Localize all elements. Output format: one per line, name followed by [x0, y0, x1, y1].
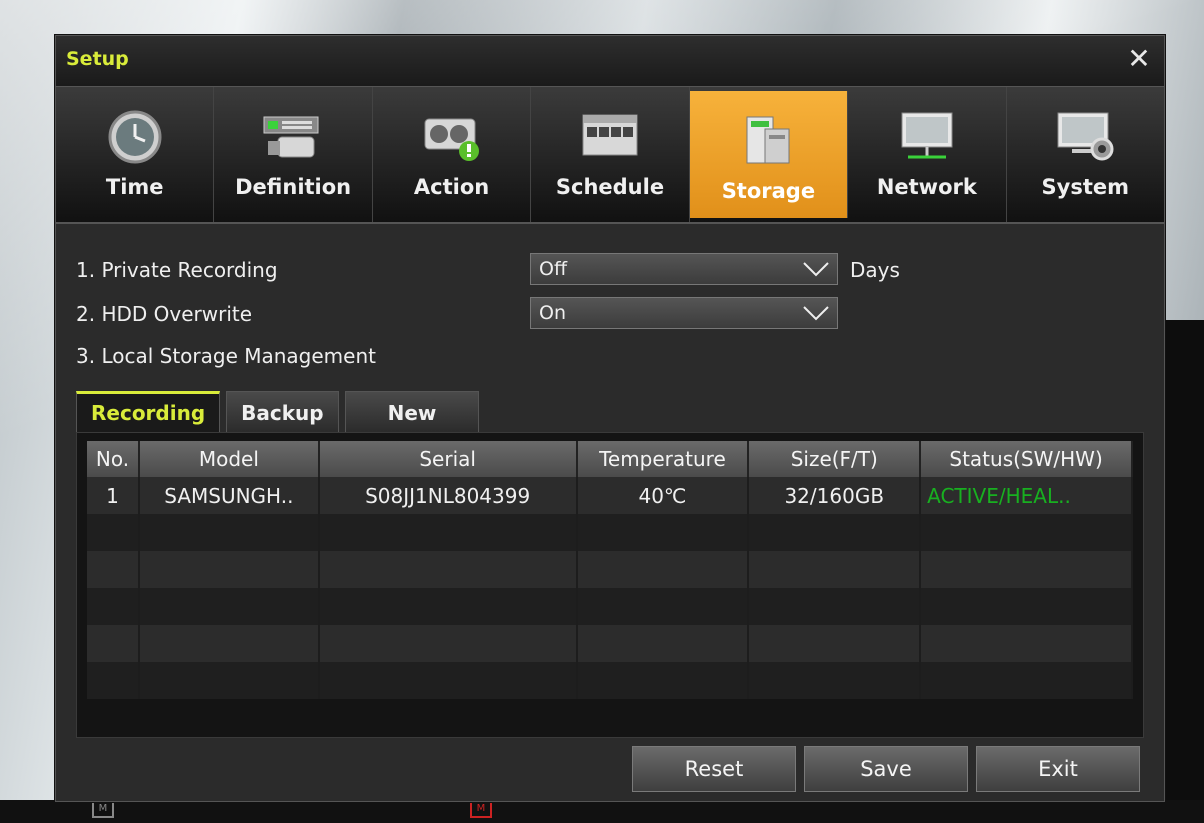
menu-item-schedule[interactable]: Schedule	[531, 87, 690, 222]
cell-model	[138, 588, 320, 625]
hdd-overwrite-select[interactable]: On	[530, 297, 838, 329]
save-button[interactable]: Save	[804, 746, 968, 792]
cell-no	[87, 662, 140, 699]
cell-no	[87, 625, 140, 662]
menu-label-time: Time	[105, 175, 164, 199]
cell-serial	[318, 514, 578, 551]
private-recording-value: Off	[539, 258, 568, 280]
camera-mark-icon: M	[470, 800, 492, 818]
cell-temperature: 40℃	[576, 477, 750, 514]
private-recording-unit: Days	[850, 258, 900, 282]
cell-no	[87, 514, 140, 551]
menu-item-storage[interactable]: Storage	[689, 91, 849, 218]
cell-serial	[318, 588, 578, 625]
table-row[interactable]	[87, 551, 1133, 588]
monitor-network-icon	[901, 112, 953, 159]
cell-temperature	[576, 625, 750, 662]
exit-button[interactable]: Exit	[976, 746, 1140, 792]
storage-icon	[746, 116, 790, 164]
table-row[interactable]	[87, 514, 1133, 551]
cell-size	[748, 514, 922, 551]
column-header-model: Model	[138, 441, 320, 477]
close-button[interactable]: ✕	[1124, 44, 1154, 74]
menu-label-action: Action	[413, 175, 490, 199]
calendar-icon	[582, 114, 638, 156]
table-row[interactable]: 1 SAMSUNGH.. S08JJ1NL804399 40℃ 32/160GB…	[87, 477, 1133, 514]
table-row[interactable]	[87, 588, 1133, 625]
cell-status: ACTIVE/HEAL..	[920, 477, 1133, 514]
cell-size	[748, 662, 922, 699]
cell-model	[138, 662, 320, 699]
cell-temperature	[576, 551, 750, 588]
cell-status	[920, 514, 1133, 551]
menu-label-definition: Definition	[235, 175, 352, 199]
menu-item-system[interactable]: System	[1007, 87, 1164, 222]
cell-size	[748, 625, 922, 662]
column-header-status: Status(SW/HW)	[920, 441, 1133, 477]
menu-label-network: Network	[876, 175, 977, 199]
background-strip	[0, 800, 1204, 823]
cell-no: 1	[87, 477, 140, 514]
menu-label-storage: Storage	[721, 179, 816, 203]
cell-serial	[318, 662, 578, 699]
menu-label-system: System	[1041, 175, 1129, 199]
dialog-title: Setup	[66, 48, 129, 70]
clock-icon	[108, 110, 162, 164]
cell-status	[920, 551, 1133, 588]
cell-temperature	[576, 662, 750, 699]
cell-model: SAMSUNGH..	[138, 477, 320, 514]
private-recording-select[interactable]: Off	[530, 253, 838, 285]
camera-mark-icon: M	[92, 800, 114, 818]
cell-serial	[318, 625, 578, 662]
menu-item-network[interactable]: Network	[848, 87, 1007, 222]
cell-serial	[318, 551, 578, 588]
hdd-overwrite-value: On	[539, 302, 566, 324]
chevron-down-icon	[803, 262, 829, 277]
setup-menu: Time Definition Action Schedule Storage …	[56, 86, 1164, 224]
cell-temperature	[576, 514, 750, 551]
cell-size	[748, 551, 922, 588]
menu-item-definition[interactable]: Definition	[214, 87, 373, 222]
cell-model	[138, 625, 320, 662]
cell-size	[748, 588, 922, 625]
tab-new[interactable]: New	[344, 391, 480, 434]
menu-item-time[interactable]: Time	[56, 87, 215, 222]
action-alert-icon	[424, 118, 479, 161]
cell-size: 32/160GB	[748, 477, 922, 514]
table-row[interactable]	[87, 662, 1133, 699]
table-header-row: No. Model Serial Temperature Size(F/T) S…	[87, 441, 1133, 477]
camera-definition-icon	[263, 116, 319, 158]
chevron-down-icon	[803, 306, 829, 321]
menu-label-schedule: Schedule	[555, 175, 665, 199]
cell-temperature	[576, 588, 750, 625]
cell-status	[920, 625, 1133, 662]
tab-recording[interactable]: Recording	[76, 391, 221, 436]
cell-status	[920, 588, 1133, 625]
cell-serial: S08JJ1NL804399	[318, 477, 578, 514]
tab-backup[interactable]: Backup	[226, 391, 339, 434]
storage-table: No. Model Serial Temperature Size(F/T) S…	[87, 441, 1133, 699]
local-storage-label: 3. Local Storage Management	[76, 344, 376, 368]
column-header-temperature: Temperature	[576, 441, 750, 477]
cell-no	[87, 588, 140, 625]
storage-table-panel: No. Model Serial Temperature Size(F/T) S…	[76, 432, 1144, 738]
system-gear-icon	[1057, 112, 1114, 161]
cell-model	[138, 551, 320, 588]
reset-button[interactable]: Reset	[632, 746, 796, 792]
column-header-serial: Serial	[318, 441, 578, 477]
cell-model	[138, 514, 320, 551]
menu-item-action[interactable]: Action	[373, 87, 532, 222]
title-bar: Setup ✕	[56, 36, 1164, 86]
hdd-overwrite-label: 2. HDD Overwrite	[76, 302, 253, 326]
cell-no	[87, 551, 140, 588]
table-row[interactable]	[87, 625, 1133, 662]
cell-status	[920, 662, 1133, 699]
storage-tabs: Recording Backup New	[76, 391, 485, 436]
setup-dialog: Setup ✕ Time Definition Action Schedule …	[55, 35, 1165, 802]
column-header-no: No.	[87, 441, 140, 477]
private-recording-label: 1. Private Recording	[76, 258, 278, 282]
column-header-size: Size(F/T)	[748, 441, 922, 477]
